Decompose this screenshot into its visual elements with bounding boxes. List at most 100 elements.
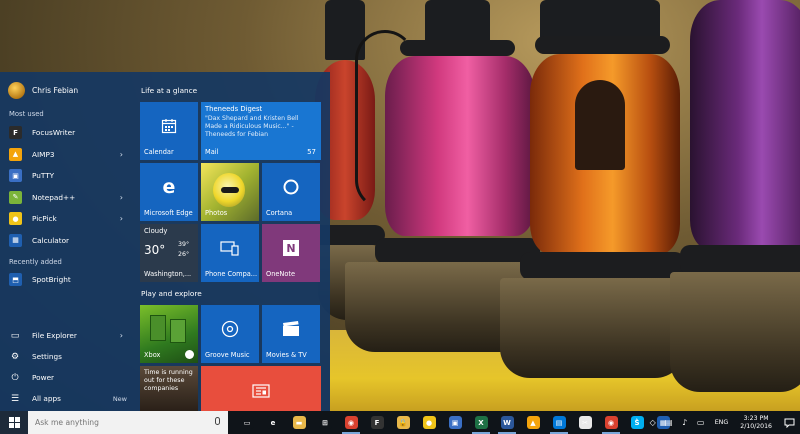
taskbar-button[interactable]: ▭	[234, 411, 260, 434]
word-icon: W	[500, 416, 514, 429]
onenote-label: OneNote	[266, 270, 296, 278]
newspaper-icon	[252, 384, 270, 398]
most-used-item[interactable]: ✎ Notepad++ ›	[0, 187, 135, 208]
most-used-label: Most used	[9, 110, 44, 118]
battery-icon[interactable]: ▭	[693, 411, 709, 434]
most-used-item-label: Notepad++	[32, 192, 76, 202]
start-menu-tiles: Life at a glance Calendar Theneeds Diges…	[135, 72, 330, 411]
start-menu-left-pane: Chris Febian Most used F FocusWriter ▲ AIMP…	[0, 72, 135, 411]
recently-added-item-label: SpotBright	[32, 275, 71, 284]
taskbar-button[interactable]: ⊞	[312, 411, 338, 434]
most-used-item[interactable]: ▲ AIMP3 ›	[0, 144, 135, 165]
taskbar-button[interactable]: ▬	[286, 411, 312, 434]
most-used-item[interactable]: ▦ Calculator	[0, 230, 135, 251]
focuswriter-icon: F	[370, 416, 384, 429]
most-used-item[interactable]: ● PicPick ›	[0, 208, 135, 229]
taskbar-button[interactable]: ◉	[598, 411, 624, 434]
taskbar-button[interactable]: W	[494, 411, 520, 434]
movies-tv-label: Movies & TV	[266, 351, 307, 359]
language-indicator[interactable]: ENG	[709, 419, 735, 426]
taskbar-button[interactable]: 🔒	[390, 411, 416, 434]
xbox-logo-icon	[185, 350, 194, 359]
putty-icon: ▣	[448, 416, 462, 429]
taskbar-button[interactable]: ▤	[546, 411, 572, 434]
taskbar: ▭e▬⊞◉F🔒●▣XW▲▤✂◉S▦ ˄ ◇ ▤ ♪ ▭ ENG 3:23 PM …	[0, 411, 800, 434]
onenote-icon: N	[283, 240, 299, 257]
taskbar-button[interactable]: ●	[416, 411, 442, 434]
phone-companion-tile[interactable]: Phone Compa...	[201, 224, 259, 282]
photos-tile[interactable]: Photos	[201, 163, 259, 221]
recently-added-item[interactable]: ⬒ SpotBright	[0, 269, 135, 290]
taskbar-button[interactable]: F	[364, 411, 390, 434]
power-item[interactable]: ⏻ Power	[0, 367, 135, 388]
user-account[interactable]: Chris Febian	[8, 80, 78, 100]
focuswriter-icon: F	[9, 126, 22, 139]
cortana-tile[interactable]: Cortana	[262, 163, 320, 221]
action-center-button[interactable]	[778, 411, 800, 434]
mail-label: Mail	[205, 148, 219, 156]
calendar-label: Calendar	[144, 148, 174, 156]
chrome-icon: ◉	[344, 416, 358, 429]
list-icon: ☰	[10, 393, 20, 404]
phone-companion-label: Phone Compa...	[205, 270, 258, 278]
movies-tv-tile[interactable]: Movies & TV	[262, 305, 320, 363]
most-used-item[interactable]: F FocusWriter	[0, 122, 135, 143]
taskbar-app-icons: ▭ e ▬ ⊞ ◉ F 🔒 ● ▣ X W ▲ ▤ ✂ ◉ S ▦	[234, 411, 676, 434]
settings-item[interactable]: ⚙ Settings	[0, 346, 135, 367]
photos-label: Photos	[205, 209, 228, 217]
most-used-item[interactable]: ▣ PuTTY	[0, 165, 135, 186]
xbox-tile[interactable]: Xbox	[140, 305, 198, 363]
clock-date: 2/10/2016	[740, 422, 772, 430]
start-menu: Chris Febian Most used F FocusWriter ▲ AIMP…	[0, 72, 330, 411]
notification-icon	[784, 418, 794, 428]
dropbox-icon[interactable]: ◇	[645, 411, 661, 434]
search-input[interactable]	[35, 418, 205, 427]
user-name: Chris Febian	[32, 85, 79, 95]
network-icon[interactable]: ▤	[661, 411, 677, 434]
mail-tile[interactable]: Theneeds Digest "Dax Shepard and Kristen…	[201, 102, 321, 160]
clock[interactable]: 3:23 PM 2/10/2016	[734, 415, 778, 431]
file-explorer-label: File Explorer	[32, 331, 77, 340]
notepadpp-icon: ✎	[9, 190, 22, 204]
snipping-icon: ✂	[578, 416, 592, 429]
file-explorer-icon: ▬	[292, 416, 306, 429]
weather-low: 26°	[178, 251, 190, 258]
taskbar-button[interactable]: ◉	[338, 411, 364, 434]
edge-icon: e	[162, 176, 176, 199]
folder-icon: ▭	[10, 330, 20, 341]
mail-title: Theneeds Digest	[205, 105, 263, 113]
photos-app-icon: ▤	[552, 416, 566, 429]
jump-list-arrow-icon[interactable]: ›	[120, 150, 123, 159]
new-badge: New	[112, 394, 127, 403]
file-explorer-item[interactable]: ▭ File Explorer ›	[0, 325, 135, 346]
jump-list-arrow-icon[interactable]: ›	[120, 214, 123, 223]
groove-music-tile[interactable]: Groove Music	[201, 305, 259, 363]
most-used-item-label: AIMP3	[32, 149, 55, 159]
putty-icon: ▣	[9, 169, 22, 182]
taskbar-button[interactable]: e	[260, 411, 286, 434]
taskbar-button[interactable]: ✂	[572, 411, 598, 434]
jump-list-arrow-icon[interactable]: ›	[120, 193, 123, 202]
onenote-tile[interactable]: N OneNote	[262, 224, 320, 282]
groove-music-icon	[221, 321, 239, 338]
volume-icon[interactable]: ♪	[677, 411, 693, 434]
taskbar-button[interactable]: X	[468, 411, 494, 434]
all-apps-item[interactable]: ☰ All apps New	[0, 388, 135, 409]
show-hidden-icons[interactable]: ˄	[629, 411, 645, 434]
taskbar-button[interactable]: ▣	[442, 411, 468, 434]
calendar-tile[interactable]: Calendar	[140, 102, 198, 160]
start-button[interactable]	[0, 411, 28, 434]
most-used-item-label: PicPick	[32, 214, 57, 223]
microphone-icon[interactable]	[215, 417, 220, 425]
cortana-search-box[interactable]	[28, 411, 228, 434]
picpick-icon: ●	[422, 416, 436, 429]
news-app-tile[interactable]	[201, 366, 321, 411]
edge-tile[interactable]: e Microsoft Edge	[140, 163, 198, 221]
calculator-icon: ▦	[9, 233, 22, 247]
weather-tile[interactable]: Cloudy 30° 39° 26° Washington,...	[140, 224, 198, 282]
all-apps-label: All apps	[32, 394, 61, 403]
news-tile[interactable]: Time is running out for these companies	[140, 366, 198, 411]
aimp-icon: ▲	[9, 147, 22, 161]
power-icon: ⏻	[11, 372, 19, 383]
taskbar-button[interactable]: ▲	[520, 411, 546, 434]
